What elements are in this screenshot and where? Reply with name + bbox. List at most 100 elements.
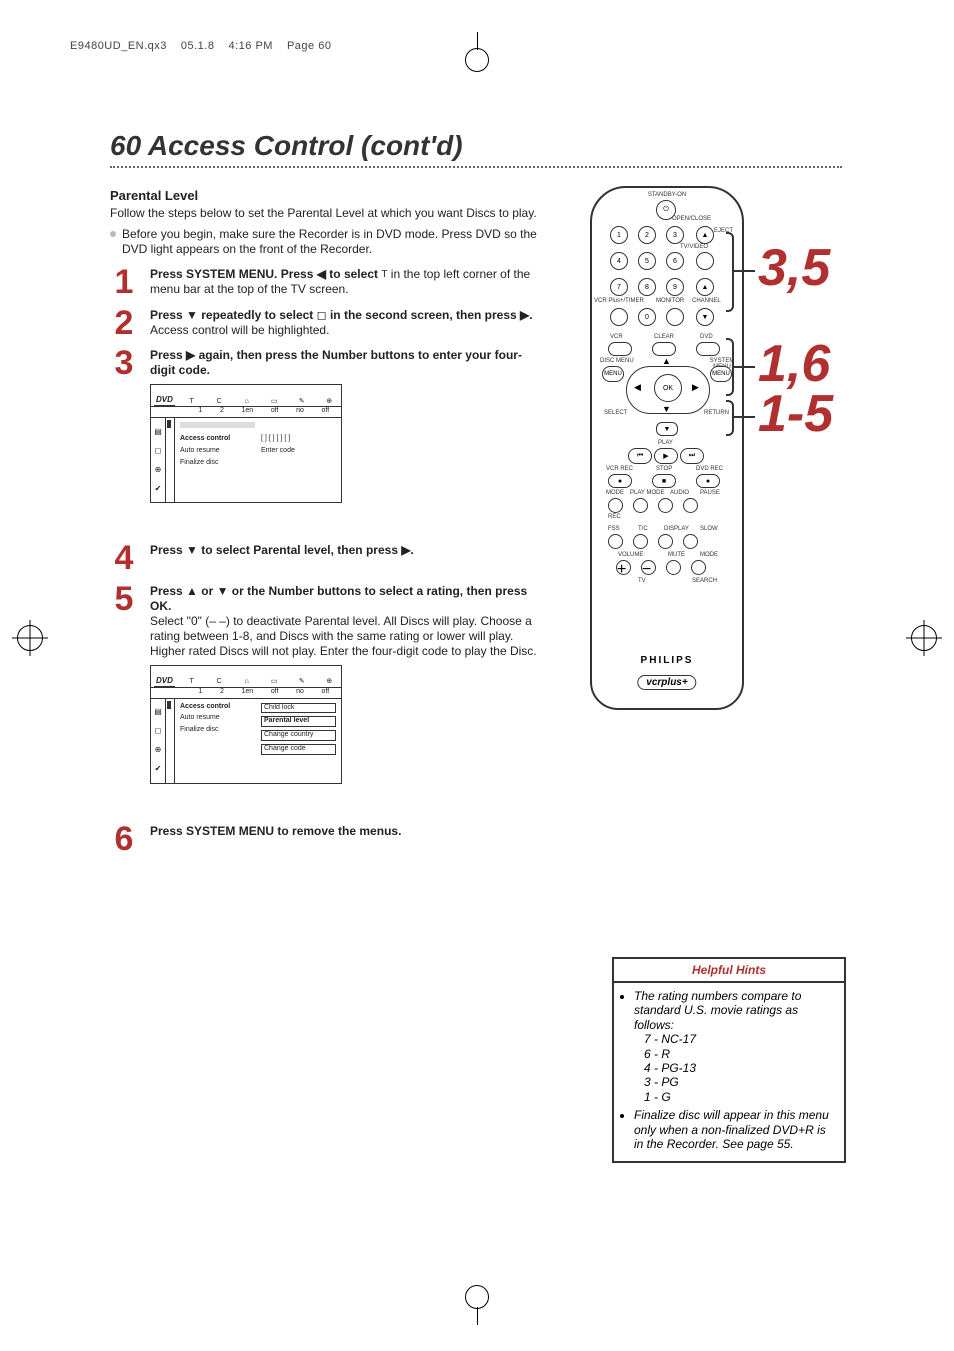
remote-label-display: DISPLAY [664,526,689,532]
title-rule [110,166,842,168]
osd1-val: off [271,407,279,416]
step-2-bold-b: in the second screen, then press ▶. [330,308,533,322]
remote-label-standby: STANDBY-ON [592,192,742,198]
osd2-val: 2 [220,688,224,697]
remote-up-icon: ▲ [662,356,671,366]
remote-down-pill: ▼ [656,422,678,436]
remote-tc-button [633,534,648,549]
step-5: 5 Press ▲ or ▼ or the Number buttons to … [110,584,545,794]
osd1-nav-bar [180,422,255,428]
crop-mark-top [464,28,490,54]
disc-icon: ◻ [317,308,327,322]
helpful-hints-box: Helpful Hints The rating numbers compare… [612,957,846,1163]
osd1-menu-item: Finalize disc [180,459,255,468]
osd2-val: 1en [242,688,254,697]
remote-audio-button [658,498,673,513]
callout-line-2 [733,366,755,368]
osd2-icon: ⊕ [325,678,333,687]
bullet-dot-icon [110,231,116,237]
osd1-icon: T [188,398,196,407]
osd1-dvd-logo: DVD [154,395,175,406]
remote-monitor-button [666,308,684,326]
hints-rating: 1 - G [644,1090,671,1104]
osd2-val: off [322,688,330,697]
remote-label-monitor: MONITOR [656,298,684,304]
step-2-tail: Access control will be highlighted. [150,323,329,337]
remote-label-audio: AUDIO [670,490,689,496]
page-header: E9480UD_EN.qx3 05.1.8 4:16 PM Page 60 [70,40,331,52]
remote-vcr-button [608,342,632,356]
remote-label-fss: FSS [608,526,620,532]
step-5-body: Press ▲ or ▼ or the Number buttons to se… [150,584,545,794]
step-6-body: Press SYSTEM MENU to remove the menus. [150,824,545,839]
step-6-bold: Press SYSTEM MENU to remove the menus. [150,824,401,838]
osd1-icon: C [215,398,223,407]
osd2-val: 1 [198,688,202,697]
remote-pause-button [683,498,698,513]
remote-next-button: ⏭ [680,448,704,464]
remote-label-select: SELECT [604,410,627,416]
crop-mark-right [906,620,942,656]
osd2-icon: ▭ [270,678,278,687]
remote-label-slow: SLOW [700,526,718,532]
remote-label-vcrrec: VCR REC [606,466,633,472]
callout-1: 3,5 [758,238,830,298]
osd1-scrubber [167,420,171,428]
remote-label-channel: CHANNEL [692,298,721,304]
remote-label-discmenu: DISC MENU [600,358,634,364]
remote-num-0: 0 [638,308,656,326]
remote-num-7: 7 [610,278,628,296]
remote-label-mute: MUTE [668,552,685,558]
osd2-icon: C [215,678,223,687]
remote-num-2: 2 [638,226,656,244]
hints-rating: 6 - R [644,1047,670,1061]
remote-num-1: 1 [610,226,628,244]
osd2-sub-item: Child lock [261,703,336,714]
osd1-icon: ⊕ [325,398,333,407]
step-4-body: Press ▼ to select Parental level, then p… [150,543,545,558]
tool-icon: T [381,269,387,282]
osd2-side-icon: ◻ [155,726,162,736]
remote-dvd-button [696,342,720,356]
hints-rating: 3 - PG [644,1075,679,1089]
step-1-number: 1 [110,267,138,298]
remote-label-vcr: VCR [610,334,623,340]
remote-label-mode: MODE [606,490,624,496]
osd1-side-icon: ✔ [155,484,162,494]
osd-screenshot-1: DVD T C ⌂ ▭ ✎ ⊕ 1 2 [150,384,342,503]
step-1-bold: Press SYSTEM MENU. Press ◀ to select [150,267,378,281]
osd2-val: off [271,688,279,697]
doc-page-label: Page 60 [287,40,331,52]
osd1-menu-item: Access control [180,435,255,444]
remote-label-tvvideo: TV/VIDEO [680,244,708,250]
remote-label-volume: VOLUME [618,552,643,558]
osd2-menu-item: Finalize disc [180,726,255,735]
osd2-sub-item: Change code [261,744,336,755]
remote-label-mode2: MODE [700,552,718,558]
remote-num-4: 4 [610,252,628,270]
osd1-val: 2 [220,407,224,416]
remote-fss-button [608,534,623,549]
remote-label-dvdrec: DVD REC [696,466,723,472]
remote-vcrplus-button [610,308,628,326]
osd2-val: no [296,688,304,697]
hints-title: Helpful Hints [614,959,844,983]
callout-brace-1 [726,232,734,312]
osd2-scrubber [167,701,171,709]
remote-label-pause: PAUSE [700,490,720,496]
remote-label-rec: REC [608,514,621,520]
osd1-side-icon: ⊕ [155,465,162,475]
remote-prev-button: ⏮ [628,448,652,464]
osd2-side-icon: ✔ [155,764,162,774]
osd1-icon: ✎ [298,398,306,407]
osd2-icon: ⌂ [243,678,251,687]
remote-vcrrec-button: ● [608,474,632,488]
remote-down-icon: ▼ [662,404,671,414]
remote-label-dvd: DVD [700,334,713,340]
step-5-tail: Select "0" (– –) to deactivate Parental … [150,614,537,658]
hints-item-1: The rating numbers compare to standard U… [634,989,836,1104]
callout-3: 1-5 [758,384,833,444]
step-3-number: 3 [110,348,138,379]
osd1-icon: ⌂ [243,398,251,407]
pre-bullet: Before you begin, make sure the Recorder… [110,227,545,257]
